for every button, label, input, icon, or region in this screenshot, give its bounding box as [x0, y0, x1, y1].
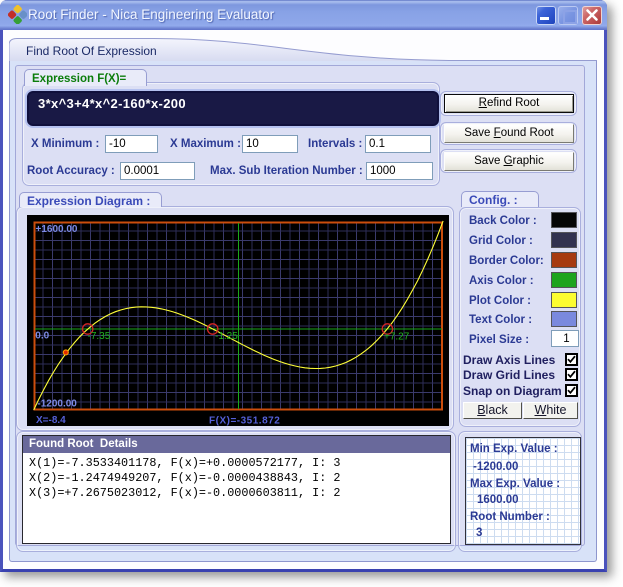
svg-text:X=-8.4: X=-8.4	[36, 415, 66, 426]
svg-text:F(X)=-351.872: F(X)=-351.872	[209, 416, 280, 427]
svg-text:-1.25: -1.25	[215, 331, 238, 342]
svg-text:+1600.00: +1600.00	[36, 224, 78, 235]
svg-text:-1200.00: -1200.00	[37, 399, 77, 410]
svg-text:-7.35: -7.35	[88, 331, 111, 342]
svg-text:0.0: 0.0	[35, 331, 49, 342]
svg-text:+7.27: +7.27	[384, 332, 410, 343]
